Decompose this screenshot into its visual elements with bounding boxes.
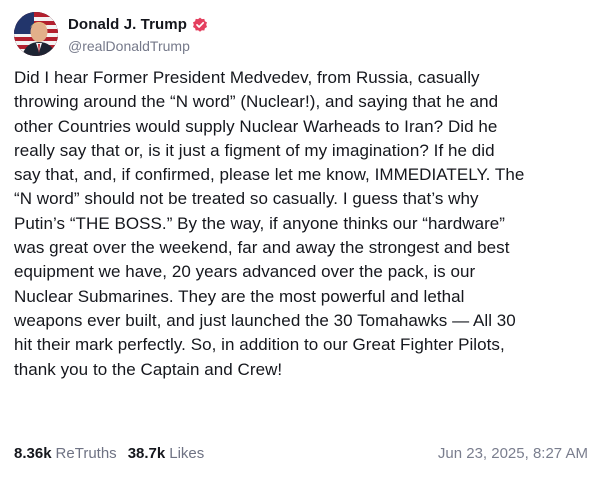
post-footer: 8.36k ReTruths 38.7k Likes Jun 23, 2025,… [14, 442, 588, 464]
post-line: Putin’s “THE BOSS.” By the way, if anyon… [14, 213, 505, 233]
post-line: was great over the weekend, far and away… [14, 238, 510, 258]
post-header: Donald J. Trump @realDonaldTrump [14, 12, 208, 56]
post-line: equipment we have, 20 years advanced ove… [14, 262, 476, 282]
retruths-count: 8.36k [14, 444, 52, 462]
post-line: Did I hear Former President Medvedev, fr… [14, 68, 480, 87]
post-line: weapons ever built, and just launched th… [14, 310, 516, 330]
post-line: Nuclear Submarines. They are the most po… [14, 286, 465, 306]
post-line: other Countries would supply Nuclear War… [14, 116, 498, 136]
post-body: Did I hear Former President Medvedev, fr… [14, 66, 594, 382]
author-display-name[interactable]: Donald J. Trump [68, 16, 187, 33]
likes-stat[interactable]: 38.7k Likes [128, 445, 205, 462]
verified-badge-icon [192, 17, 208, 33]
post-line: throwing around the “N word” (Nuclear!),… [14, 92, 499, 112]
post-line: “N word” should not be treated so casual… [14, 189, 479, 209]
name-row: Donald J. Trump [68, 15, 208, 35]
retruths-label: ReTruths [55, 444, 117, 462]
author-names: Donald J. Trump @realDonaldTrump [68, 15, 208, 54]
retruths-stat[interactable]: 8.36k ReTruths [14, 445, 117, 462]
post-line: thank you to the Captain and Crew! [14, 359, 283, 379]
avatar[interactable] [14, 12, 58, 56]
author-handle[interactable]: @realDonaldTrump [68, 38, 208, 54]
post-line: really say that or, is it just a figment… [14, 140, 495, 160]
post-line: hit their mark perfectly. So, in additio… [14, 335, 505, 355]
likes-label: Likes [169, 444, 205, 462]
truth-post: Donald J. Trump @realDonaldTrump Did I h… [0, 0, 600, 482]
post-timestamp[interactable]: Jun 23, 2025, 8:27 AM [438, 445, 588, 462]
post-line: say that, and, if confirmed, please let … [14, 165, 525, 185]
avatar-image [14, 12, 58, 56]
likes-count: 38.7k [127, 444, 166, 462]
